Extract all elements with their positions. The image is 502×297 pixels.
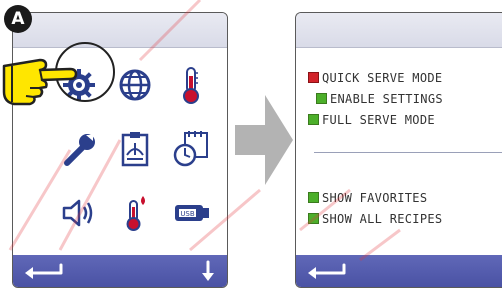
wrench-icon[interactable] — [59, 129, 99, 169]
checkbox-checked-icon[interactable] — [316, 93, 327, 104]
menu-item-full-serve-mode[interactable]: FULL SERVE MODE — [308, 113, 435, 127]
checkbox-checked-icon[interactable] — [308, 114, 319, 125]
clock-calendar-icon[interactable] — [171, 129, 211, 169]
thermometer-icon[interactable] — [171, 65, 211, 105]
pointing-hand-icon — [2, 58, 78, 106]
down-arrow-icon[interactable] — [201, 260, 215, 282]
callout-badge: A — [4, 5, 32, 33]
recipe-book-icon[interactable] — [115, 129, 155, 169]
back-arrow-icon[interactable] — [306, 261, 350, 281]
usb-icon[interactable]: USB — [171, 193, 211, 233]
bottom-bar — [296, 255, 502, 287]
settings-menu-screen: QUICK SERVE MODE ENABLE SETTINGS FULL SE… — [295, 12, 502, 288]
checkbox-checked-icon[interactable] — [308, 192, 319, 203]
menu-item-enable-settings[interactable]: ENABLE SETTINGS — [316, 92, 443, 106]
speaker-icon[interactable] — [59, 193, 99, 233]
menu-item-quick-serve-mode[interactable]: QUICK SERVE MODE — [308, 71, 442, 85]
top-bar — [296, 13, 502, 48]
thermometer-flame-icon[interactable] — [115, 193, 155, 233]
menu-item-show-favorites[interactable]: SHOW FAVORITES — [308, 191, 427, 205]
checkbox-unchecked-icon[interactable] — [308, 72, 319, 83]
back-arrow-icon[interactable] — [23, 261, 67, 281]
svg-text:USB: USB — [180, 210, 195, 218]
checkbox-checked-icon[interactable] — [308, 213, 319, 224]
transition-arrow-icon — [235, 95, 293, 185]
bottom-bar — [13, 255, 227, 287]
top-bar — [13, 13, 227, 48]
separator — [314, 152, 502, 153]
globe-icon[interactable] — [115, 65, 155, 105]
menu-item-show-all-recipes[interactable]: SHOW ALL RECIPES — [308, 212, 442, 226]
